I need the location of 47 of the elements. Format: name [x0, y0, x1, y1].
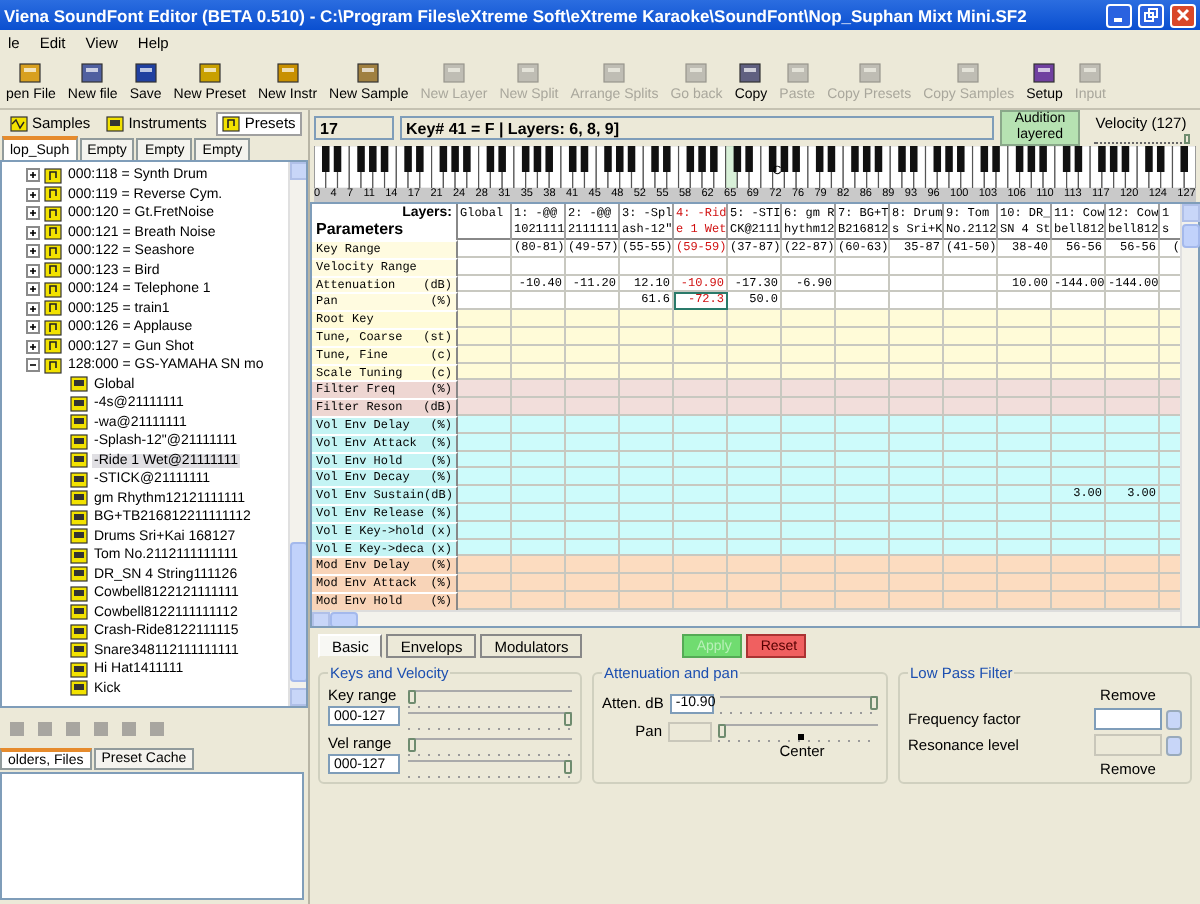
slider-thumb[interactable]: [1183, 133, 1189, 143]
minimize-button[interactable]: [1106, 3, 1132, 27]
expand-icon[interactable]: [26, 263, 40, 278]
preset-icon: [44, 243, 62, 260]
preset-number-field: 17: [314, 116, 394, 140]
low-slider[interactable]: [408, 690, 572, 708]
piano-keyboard[interactable]: [314, 146, 1196, 188]
expand-icon[interactable]: [26, 320, 40, 335]
slider-thumb[interactable]: [408, 690, 416, 704]
low-slider[interactable]: [408, 738, 572, 756]
velocity-slider[interactable]: [1093, 133, 1189, 143]
preset-icon: [44, 224, 62, 241]
instrument-icon: [106, 115, 125, 131]
scrollbar[interactable]: [1180, 204, 1198, 626]
high-slider[interactable]: [408, 760, 572, 778]
slider-thumb[interactable]: [564, 760, 572, 774]
preset-icon: [44, 186, 62, 203]
slider-thumb[interactable]: [870, 696, 878, 710]
expand-icon[interactable]: [26, 339, 40, 354]
maximize-button[interactable]: [1138, 3, 1164, 27]
scrollbar[interactable]: [288, 162, 306, 706]
expand-icon[interactable]: [26, 282, 40, 297]
close-icon: [1176, 8, 1190, 22]
collapse-icon[interactable]: [26, 358, 40, 373]
preset-icon: [44, 167, 62, 184]
expand-icon[interactable]: [26, 206, 40, 221]
preset-icon: [44, 205, 62, 222]
slider-thumb[interactable]: [408, 738, 416, 752]
slider-thumb[interactable]: [564, 712, 572, 726]
expand-icon[interactable]: [26, 225, 40, 240]
expand-icon[interactable]: [26, 244, 40, 259]
preset-icon: [44, 300, 62, 317]
window-title: Viena SoundFont Editor (BETA 0.510) - C:\Program Files\eXtreme Soft\eXtreme Karaoke\SoundFont\Nop_Suphan Mixt Mini.SF2: [4, 5, 1029, 25]
preset-icon: [44, 281, 62, 298]
preset-icon: [44, 319, 62, 336]
close-button[interactable]: [1170, 3, 1196, 27]
expand-icon[interactable]: [26, 187, 40, 202]
key-info-field: Key# 41 = F | Layers: 6, 8, 9]: [400, 116, 994, 140]
filter-field[interactable]: [1094, 708, 1162, 730]
parameters-label: Parameters: [316, 220, 406, 238]
expand-icon[interactable]: [26, 301, 40, 316]
preset-icon: [44, 262, 62, 279]
attenuation-slider[interactable]: [719, 696, 878, 714]
preset-icon: [44, 357, 62, 374]
restore-icon: [1144, 8, 1158, 22]
expand-icon[interactable]: [26, 168, 40, 183]
preset-icon: [44, 338, 62, 355]
